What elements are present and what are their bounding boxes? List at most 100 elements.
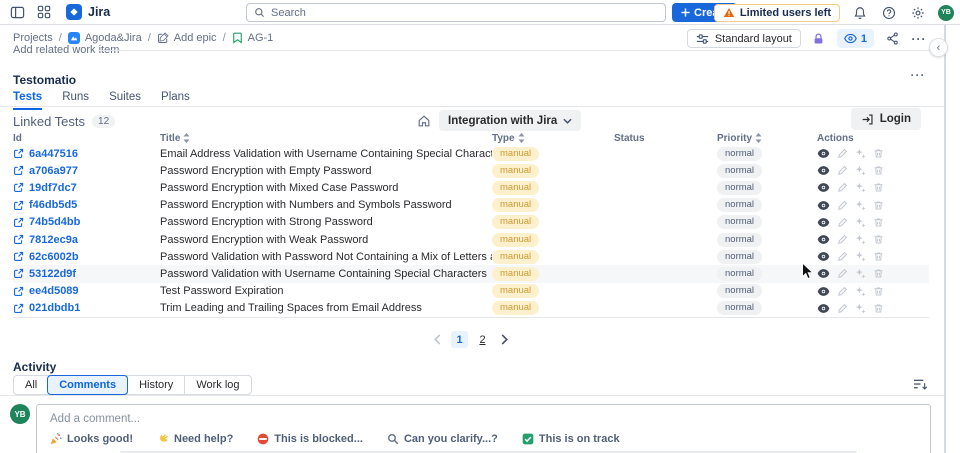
ai-sparkles-icon[interactable]	[855, 165, 866, 176]
column-header-actions[interactable]: Actions	[817, 133, 929, 144]
ai-sparkles-icon[interactable]	[855, 286, 866, 297]
user-avatar[interactable]: YB	[938, 4, 954, 21]
delete-test-icon[interactable]	[873, 200, 884, 211]
test-id-link[interactable]: 19df7dc7	[13, 182, 160, 194]
quick-reply-magnifier[interactable]: Can you clarify...?	[387, 433, 498, 445]
view-test-icon[interactable]	[817, 182, 830, 193]
filter-tab-all[interactable]: All	[14, 376, 48, 394]
login-button[interactable]: Login	[850, 108, 921, 130]
view-test-icon[interactable]	[817, 234, 830, 245]
search-input[interactable]	[271, 6, 658, 19]
delete-test-icon[interactable]	[873, 217, 884, 228]
ai-sparkles-icon[interactable]	[855, 234, 866, 245]
delete-test-icon[interactable]	[873, 165, 884, 176]
column-header-title[interactable]: Title	[160, 133, 492, 144]
watchers-button[interactable]: 1	[836, 29, 874, 48]
sidebar-toggle-icon[interactable]	[8, 3, 26, 21]
edit-test-icon[interactable]	[837, 182, 848, 193]
edit-test-icon[interactable]	[837, 165, 848, 176]
delete-test-icon[interactable]	[873, 148, 884, 159]
test-id-link[interactable]: 7812ec9a	[13, 234, 160, 246]
view-test-icon[interactable]	[817, 303, 830, 314]
quick-reply-check-mark[interactable]: This is on track	[522, 433, 620, 445]
breadcrumb-issue-key[interactable]: AG-1	[232, 32, 273, 44]
ai-sparkles-icon[interactable]	[855, 251, 866, 262]
test-id-link[interactable]: 62c6002b	[13, 251, 160, 263]
test-id-link[interactable]: f46db5d5	[13, 199, 160, 211]
page-1[interactable]: 1	[451, 331, 468, 348]
delete-test-icon[interactable]	[873, 303, 884, 314]
delete-test-icon[interactable]	[873, 268, 884, 279]
column-header-type[interactable]: Type	[492, 133, 614, 144]
app-switcher-icon[interactable]	[35, 3, 53, 21]
limited-users-badge[interactable]: Limited users left	[713, 3, 840, 22]
delete-test-icon[interactable]	[873, 251, 884, 262]
delete-test-icon[interactable]	[873, 182, 884, 193]
filter-tab-work-log[interactable]: Work log	[184, 376, 250, 394]
edit-test-icon[interactable]	[837, 234, 848, 245]
view-test-icon[interactable]	[817, 217, 830, 228]
breadcrumb-project[interactable]: Agoda&Jira	[67, 32, 142, 44]
breadcrumb-projects[interactable]: Projects	[13, 32, 53, 44]
ai-sparkles-icon[interactable]	[855, 303, 866, 314]
quick-reply-no-entry[interactable]: This is blocked...	[257, 433, 363, 445]
delete-test-icon[interactable]	[873, 286, 884, 297]
ai-sparkles-icon[interactable]	[855, 200, 866, 211]
ai-sparkles-icon[interactable]	[855, 268, 866, 279]
edit-test-icon[interactable]	[837, 251, 848, 262]
view-test-icon[interactable]	[817, 286, 830, 297]
ai-sparkles-icon[interactable]	[855, 217, 866, 228]
standard-layout-button[interactable]: Standard layout	[686, 29, 801, 48]
collapse-panel-button[interactable]: ‹	[929, 38, 948, 57]
tab-tests[interactable]: Tests	[13, 91, 43, 110]
help-icon[interactable]	[880, 4, 898, 22]
lock-icon[interactable]	[810, 30, 828, 48]
column-header-priority[interactable]: Priority	[717, 133, 817, 144]
test-id-link[interactable]: 021dbdb1	[13, 302, 160, 314]
tab-plans[interactable]: Plans	[161, 91, 190, 110]
edit-test-icon[interactable]	[837, 148, 848, 159]
test-id-link[interactable]: 6a447516	[13, 148, 160, 160]
test-id-link[interactable]: a706a977	[13, 165, 160, 177]
test-id-link[interactable]: ee4d5089	[13, 285, 160, 297]
tab-suites[interactable]: Suites	[109, 91, 141, 110]
quick-reply-party-popper[interactable]: Looks good!	[50, 433, 133, 445]
search-bar[interactable]	[246, 3, 666, 22]
ai-sparkles-icon[interactable]	[855, 148, 866, 159]
test-id-link[interactable]: 53122d9f	[13, 268, 160, 280]
prev-page-icon[interactable]	[433, 334, 442, 345]
edit-test-icon[interactable]	[837, 303, 848, 314]
view-test-icon[interactable]	[817, 148, 830, 159]
panel-more-icon[interactable]: ···	[908, 68, 928, 84]
breadcrumb-add-epic[interactable]: Add epic	[157, 32, 217, 44]
sort-order-icon[interactable]	[913, 378, 928, 391]
quick-reply-waving-hand[interactable]: Need help?	[157, 433, 233, 445]
filter-tab-history[interactable]: History	[127, 376, 184, 394]
next-page-icon[interactable]	[500, 334, 509, 345]
column-header-status[interactable]: Status	[614, 133, 717, 144]
scrollbar[interactable]	[944, 25, 946, 453]
view-test-icon[interactable]	[817, 200, 830, 211]
ai-sparkles-icon[interactable]	[855, 182, 866, 193]
edit-test-icon[interactable]	[837, 286, 848, 297]
delete-test-icon[interactable]	[873, 234, 884, 245]
test-id-link[interactable]: 74b5d4bb	[13, 216, 160, 228]
edit-test-icon[interactable]	[837, 217, 848, 228]
home-icon[interactable]	[417, 114, 431, 128]
tab-runs[interactable]: Runs	[62, 91, 89, 110]
edit-test-icon[interactable]	[837, 200, 848, 211]
settings-gear-icon[interactable]	[909, 4, 927, 22]
view-test-icon[interactable]	[817, 268, 830, 279]
integration-dropdown[interactable]: Integration with Jira	[439, 110, 582, 131]
view-test-icon[interactable]	[817, 251, 830, 262]
jira-logo[interactable]: Jira	[66, 4, 110, 20]
edit-test-icon[interactable]	[837, 268, 848, 279]
filter-tab-comments[interactable]: Comments	[47, 375, 129, 395]
page-2[interactable]: 2	[474, 331, 491, 348]
notifications-icon[interactable]	[851, 4, 869, 22]
column-header-id[interactable]: Id	[13, 133, 160, 144]
share-icon[interactable]	[883, 30, 901, 48]
view-test-icon[interactable]	[817, 165, 830, 176]
comment-box[interactable]: Add a comment... Looks good! Need help? Th…	[36, 404, 931, 453]
more-actions-icon[interactable]: ···	[910, 30, 928, 48]
